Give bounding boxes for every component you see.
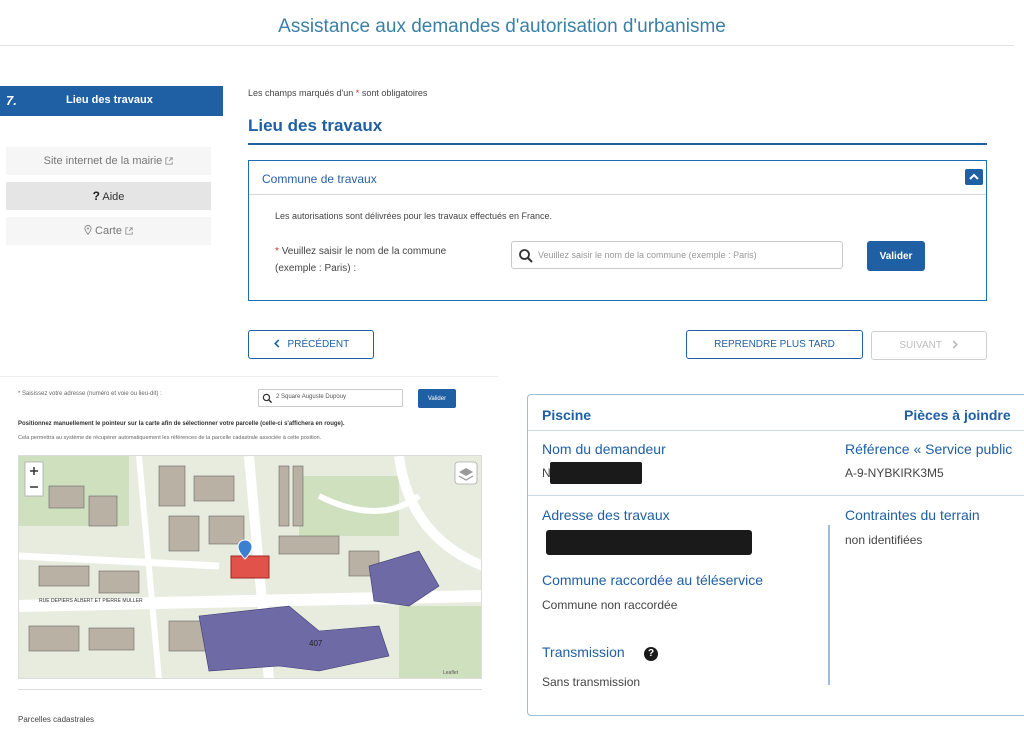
page-header-title: Assistance aux demandes d'autorisation d…	[278, 16, 726, 37]
chevron-left-icon	[273, 339, 280, 348]
header-divider	[0, 45, 1014, 46]
commune-search-box[interactable]	[511, 241, 843, 269]
required-star: *	[355, 88, 360, 98]
mairie-website-label: Site internet de la mairie	[43, 155, 163, 167]
map-explanation: Cela permettra au système de récupérer a…	[18, 435, 322, 441]
external-link-icon	[125, 227, 133, 235]
address-search-box[interactable]: 2 Square Auguste Dupouy	[258, 389, 403, 407]
sidebar-step-current[interactable]: 7. Lieu des travaux	[0, 86, 223, 116]
required-fields-note: Les champs marqués d'un * sont obligatoi…	[248, 88, 428, 98]
next-button[interactable]: SUIVANT	[871, 331, 987, 360]
commune-input[interactable]	[538, 246, 838, 264]
previous-label: PRÉCÉDENT	[287, 339, 350, 350]
card-divider	[528, 430, 1024, 431]
help-label: Aide	[102, 191, 125, 203]
card-header: Piscine Pièces à joindre	[528, 395, 1024, 431]
connected-commune-label: Commune raccordée au téléservice	[542, 572, 763, 588]
previous-button[interactable]: PRÉCÉDENT	[248, 330, 374, 359]
external-link-icon	[165, 157, 174, 165]
applicant-name-label: Nom du demandeur	[542, 441, 666, 457]
address-search-value: 2 Square Auguste Dupouy	[276, 394, 347, 400]
request-summary-card: Piscine Pièces à joindre Nom du demandeu…	[527, 394, 1024, 716]
connected-commune-value: Commune non raccordée	[542, 598, 678, 612]
address-field-label: * Saisissez votre adresse (numéro et voi…	[18, 391, 162, 397]
commune-field-label: * Veuillez saisir le nom de la commune (…	[275, 246, 447, 274]
fieldset-title: Commune de travaux	[262, 172, 377, 186]
chevron-up-icon	[969, 173, 979, 180]
redacted-work-address	[546, 530, 752, 555]
next-label: SUIVANT	[899, 340, 942, 351]
transmission-label: Transmission	[542, 644, 625, 660]
terrain-constraints-label: Contraintes du terrain	[845, 507, 980, 523]
question-icon: ?	[92, 189, 100, 203]
map-link-label: Carte	[95, 225, 122, 237]
street-name-label: RUE DEPIERS ALBERT ET PIERRE MULLER	[39, 598, 143, 604]
map-canvas: 407 RUE DEPIERS ALBERT ET PIERRE MULLER …	[19, 456, 481, 678]
mairie-website-link[interactable]: Site internet de la mairie	[6, 147, 211, 175]
step-number: 7.	[6, 93, 17, 108]
card-vertical-divider	[828, 525, 830, 685]
help-circle-icon[interactable]: ?	[644, 647, 658, 661]
commune-fieldset: Commune de travaux Les autorisations son…	[248, 160, 987, 301]
section-title: Lieu des travaux	[248, 116, 383, 135]
help-button[interactable]: ? Aide	[6, 182, 211, 210]
address-validate-button[interactable]: Valider	[418, 389, 456, 408]
map-instruction: Positionnez manuellement le pointeur sur…	[18, 421, 345, 427]
reference-value: A-9-NYBKIRK3M5	[845, 466, 944, 480]
cadastral-map[interactable]: 407 RUE DEPIERS ALBERT ET PIERRE MULLER …	[18, 455, 482, 679]
search-icon	[519, 249, 533, 263]
transmission-value: Sans transmission	[542, 675, 641, 689]
collapse-button[interactable]	[965, 169, 983, 185]
parcel-number: 407	[309, 639, 323, 648]
section-divider	[248, 143, 987, 145]
reference-label: Référence « Service public	[845, 441, 1013, 457]
resume-later-button[interactable]: REPRENDRE PLUS TARD	[686, 330, 863, 359]
redacted-applicant-name	[550, 462, 642, 484]
attachments-link[interactable]: Pièces à joindre	[904, 407, 1011, 423]
parcelles-heading: Parcelles cadastrales	[18, 715, 95, 724]
card-divider	[528, 495, 1024, 496]
leaflet-attribution: Leaflet	[443, 670, 459, 676]
layers-icon[interactable]	[454, 461, 478, 485]
project-type-title: Piscine	[542, 407, 592, 423]
fieldset-header[interactable]: Commune de travaux	[249, 161, 986, 195]
map-panel-divider	[18, 689, 482, 690]
work-address-label: Adresse des travaux	[542, 507, 670, 523]
map-pin-icon	[84, 225, 92, 235]
terrain-constraints-value: non identifiées	[845, 533, 923, 547]
required-star: *	[275, 246, 279, 257]
search-icon	[262, 393, 273, 404]
validate-button[interactable]: Valider	[867, 241, 925, 271]
zoom-controls[interactable]	[24, 461, 44, 497]
map-selection-panel: * Saisissez votre adresse (numéro et voi…	[0, 376, 498, 729]
map-link[interactable]: Carte	[6, 217, 211, 245]
info-text: Les autorisations sont délivrées pour le…	[275, 211, 552, 221]
chevron-right-icon	[952, 340, 958, 349]
step-label: Lieu des travaux	[66, 94, 153, 106]
